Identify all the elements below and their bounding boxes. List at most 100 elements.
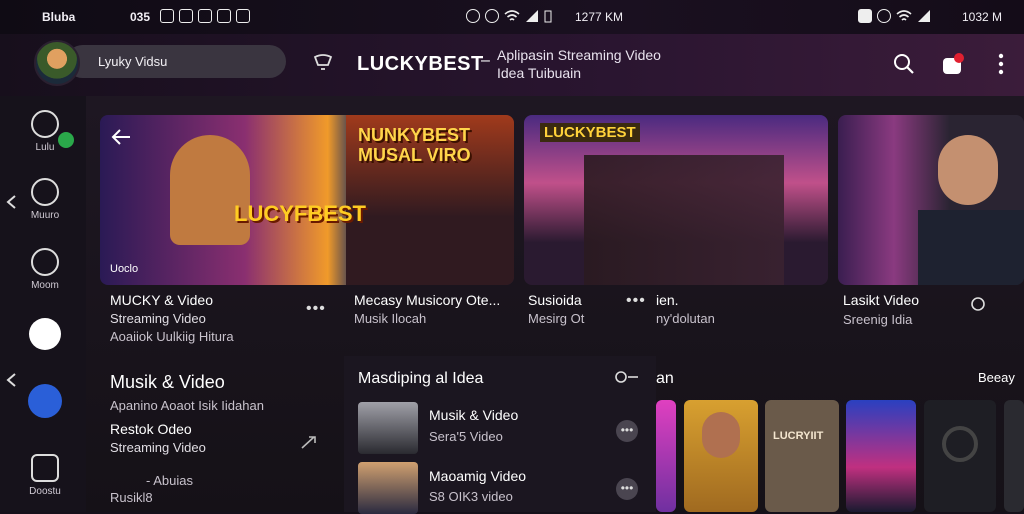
card-subtitle: ny'dolutan [656,311,715,326]
comment-icon[interactable] [970,296,986,312]
status-left-label: Bluba [42,10,76,24]
card-subtitle: Aoaiiok Uulkiig Hitura [110,329,234,344]
back-arrow-icon[interactable] [110,127,132,147]
more-dots-icon[interactable]: ••• [306,300,326,318]
list-item-subtitle: Sera'5 Video [429,429,503,444]
avatar-badge-icon [29,318,61,350]
card-title: MUCKY & Video [110,292,213,308]
brand-title: LUCKYBEST [357,53,484,75]
sidebar-item-lulu[interactable]: Lulu [20,110,74,153]
sidebar-item-moom[interactable]: Moom [20,248,70,291]
tagline-line-2: Idea Tuibuain [497,65,582,81]
video-tile[interactable]: LUCRYIIT [765,400,839,512]
list-item-title: Maoamig Video [429,468,527,484]
thumbnail-jacket [918,210,1024,285]
notification-icon [198,9,212,23]
thumbnail-title: LUCYFBEST [234,201,366,226]
signal-icon [918,10,930,22]
sidebar-item-bot[interactable] [20,384,70,422]
card-title: ien. [656,292,679,308]
search-icon[interactable] [892,52,916,76]
tagline-line-1: Aplipasin Streaming Video [497,47,661,63]
toggle-icon[interactable] [614,370,640,384]
more-dots-icon[interactable]: ••• [626,292,646,310]
brand-tagline: Aplipasin Streaming Video Idea Tuibuain [497,46,661,82]
status-right-icons [858,9,931,23]
cast-icon[interactable] [312,52,334,74]
featured-card-1[interactable]: LUCYFBEST NUNKYBEST MUSAL VIRO Uoclo [100,115,514,285]
book-icon [31,178,59,206]
section-title: Musik & Video [110,372,225,392]
status-left-number: 035 [130,10,151,24]
chevron-left-icon[interactable] [4,372,18,388]
share-icon[interactable] [300,434,318,450]
search-input[interactable]: Lyuky Vidsu [66,45,286,78]
status-bar: Bluba 035 1277 KM 1032 M [0,0,1024,34]
sync-icon [485,9,499,23]
list-item-subtitle: S8 OIK3 video [429,489,513,504]
featured-card-3[interactable] [838,115,1024,285]
chevron-left-icon[interactable] [4,194,18,210]
status-notification-icons [160,9,250,23]
thumbnail-title: LUCKYBEST [540,123,640,142]
section-title: an [656,370,674,387]
thumbnail-figure [170,135,250,245]
notification-icon [160,9,174,23]
tile-title: LUCRYIIT [773,430,824,442]
notification-icon [236,9,250,23]
wifi-icon [504,10,520,21]
tile-figure [702,412,740,458]
status-right-time: 1032 M [962,10,1003,24]
sidebar-item-profile[interactable] [20,318,70,354]
sidebar-item-label: Doostu [29,486,61,497]
more-button[interactable]: ••• [616,478,638,500]
notification-bell-icon[interactable] [941,52,967,78]
speaker-icon [942,426,978,462]
more-options-icon[interactable] [996,52,1006,76]
card-subtitle: Sreenig Idia [843,312,913,327]
sidebar-item-label: Muuro [30,210,60,221]
card-subtitle: Streaming Video [110,311,206,326]
featured-card-2[interactable]: LUCKYBEST [524,115,828,285]
status-center-time: 1277 KM [575,10,624,24]
thumbnail-title: NUNKYBEST MUSAL VIRO [358,125,471,165]
status-badge [58,132,74,148]
list-item-title: Musik & Video [429,407,519,423]
card-title: Susioida [528,292,582,308]
list-item-subtitle: - Abuias [146,473,193,488]
list-item-title: Restok Odeo [110,421,192,437]
card-subtitle: Musik Ilocah [354,311,427,326]
list-item-subtitle: Streaming Video [110,440,206,455]
notification-icon [217,9,231,23]
sidebar-item-doostu[interactable]: Doostu [20,454,70,497]
brand-separator: – [481,52,490,69]
wifi-icon [896,10,912,21]
video-tile[interactable] [684,400,758,512]
more-button[interactable]: ••• [616,420,638,442]
play-store-icon [858,9,872,23]
video-tile[interactable] [1004,400,1024,512]
thumbnail-corner-label: Uoclo [110,263,139,275]
bot-icon [28,384,62,418]
card-subtitle: Mesirg Ot [528,311,585,326]
video-tile[interactable] [656,400,676,512]
notification-icon [179,9,193,23]
list-item-thumbnail[interactable] [358,402,418,454]
battery-icon [544,10,552,23]
sidebar-item-muuro[interactable]: Muuro [20,178,70,221]
tv-icon [31,248,59,276]
section-title: Masdiping al Idea [358,370,484,387]
list-item-thumbnail[interactable] [358,462,418,514]
video-tile[interactable] [924,400,996,512]
thumbnail-band [584,155,784,285]
clock-icon [466,9,480,23]
user-avatar[interactable] [34,40,80,86]
smile-icon [31,110,59,138]
section-subtitle: Apanino Aoaot Isik Iidahan [110,398,264,413]
thumbnail-figure [938,135,998,205]
see-all-link[interactable]: Beeay [978,370,1015,385]
status-center-icons [466,9,552,23]
list-item-subtitle: Rusikl8 [110,490,153,505]
video-tile[interactable] [846,400,916,512]
card-title: Lasikt Video [843,292,920,308]
